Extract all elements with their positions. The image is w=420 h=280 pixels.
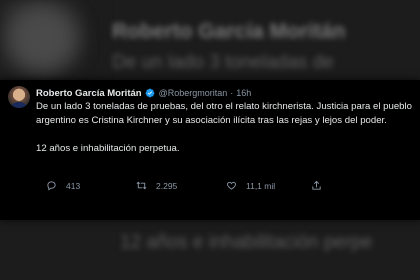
reply-icon [47,181,56,191]
share-button[interactable] [311,180,331,191]
share-icon [312,180,321,190]
tweet-timestamp[interactable]: 16h [236,88,251,98]
tweet-header: Roberto García Moritán @Robergmoritan · … [36,86,251,100]
blurred-avatar [8,6,78,72]
tweet-card[interactable]: Roberto García Moritán @Robergmoritan · … [0,80,420,220]
retweet-count: 2.295 [156,180,178,191]
like-count: 11,1 mil [246,180,276,191]
author-name[interactable]: Roberto García Moritán [36,88,142,99]
blurred-tweet-bottom: 12 años e inhabilitación perpe [120,232,373,253]
reply-count: 413 [66,180,81,191]
tweet-paragraph-1: De un lado 3 toneladas de pruebas, del o… [36,101,412,126]
blurred-author-name: Roberto García Moritán [112,20,346,43]
like-button[interactable]: 11,1 mil [226,180,275,191]
author-handle[interactable]: @Robergmoritan [159,88,228,98]
tweet-paragraph-2: 12 años e inhabilitación perpetua. [36,143,180,154]
retweet-icon [136,181,147,190]
like-icon [227,181,236,190]
header-separator: · [230,88,234,98]
author-avatar[interactable] [8,86,30,108]
blurred-tweet-line: De un lado 3 toneladas de [112,52,334,73]
tweet-actions: 413 2.295 11,1 mil [46,180,386,196]
tweet-text: De un lado 3 toneladas de pruebas, del o… [36,100,416,156]
retweet-button[interactable]: 2.295 [136,180,177,191]
verified-icon [145,88,155,98]
reply-button[interactable]: 413 [46,180,80,191]
